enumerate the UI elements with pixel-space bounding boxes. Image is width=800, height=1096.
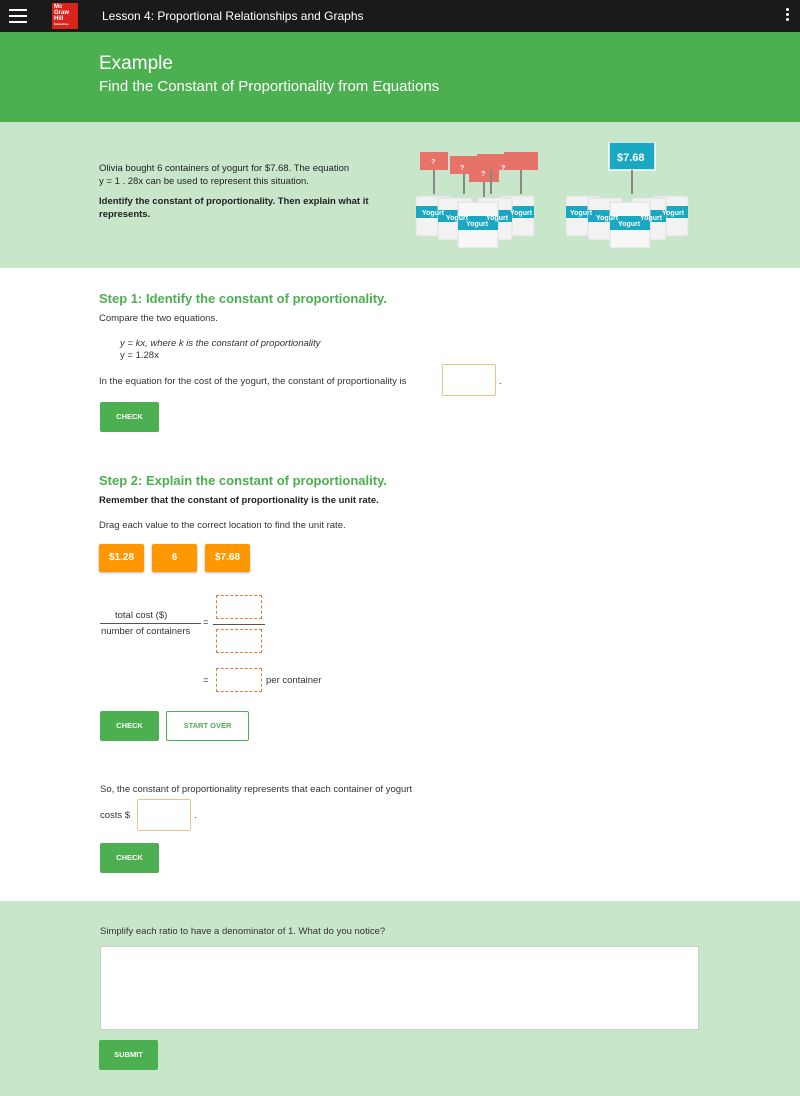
equals-sign: = <box>203 617 209 628</box>
costs-prefix: costs $ <box>100 810 131 821</box>
step1-period: . <box>499 376 502 387</box>
more-options-icon[interactable] <box>786 8 790 24</box>
svg-text:Yogurt: Yogurt <box>618 221 641 228</box>
step2-period: . <box>194 810 197 821</box>
general-equation: y = kx, where k is the constant of propo… <box>120 338 321 349</box>
drop-zone-unit-rate[interactable] <box>216 668 262 692</box>
step1-check-button[interactable]: CHECK <box>100 402 159 432</box>
svg-text:Yogurt: Yogurt <box>596 215 619 222</box>
cost-per-container-field[interactable] <box>137 799 191 831</box>
start-over-button[interactable]: START OVER <box>166 711 249 741</box>
yogurt-unknown-illustration: ? ? ? ? Yogurt Yogurt Yogurt Yogurt Yogu… <box>415 152 538 249</box>
svg-text:?: ? <box>501 165 505 172</box>
svg-text:Yogurt: Yogurt <box>466 221 489 228</box>
drop-zone-numerator[interactable] <box>216 595 262 619</box>
step1-prompt: In the equation for the cost of the yogu… <box>99 376 407 387</box>
top-bar: Mc Graw Hill Education Lesson 4: Proport… <box>0 0 800 32</box>
fraction-bar <box>100 623 201 624</box>
step2-title: Step 2: Explain the constant of proporti… <box>99 473 387 488</box>
constant-answer-field[interactable] <box>442 364 496 396</box>
lesson-header: Example Find the Constant of Proportiona… <box>0 32 800 122</box>
step1-title: Step 1: Identify the constant of proport… <box>99 291 387 306</box>
page-title: Example <box>99 53 173 74</box>
drag-tile-count[interactable]: 6 <box>152 544 197 572</box>
fraction-denominator-label: number of containers <box>101 626 191 637</box>
menu-icon[interactable] <box>9 9 27 23</box>
svg-text:Yogurt: Yogurt <box>422 210 445 217</box>
svg-text:$7.68: $7.68 <box>617 152 645 164</box>
reflection-textarea[interactable] <box>100 946 699 1030</box>
problem-task: Identify the constant of proportionality… <box>99 196 369 220</box>
step2-instruction: Drag each value to the correct location … <box>99 520 346 531</box>
yogurt-equation: y = 1.28x <box>120 350 159 361</box>
svg-text:Yogurt: Yogurt <box>662 210 685 217</box>
step2-note: Remember that the constant of proportion… <box>99 495 379 506</box>
submit-button[interactable]: SUBMIT <box>99 1040 158 1070</box>
svg-text:?: ? <box>431 159 435 166</box>
conclusion-text: So, the constant of proportionality repr… <box>100 784 413 795</box>
svg-text:Yogurt: Yogurt <box>570 210 593 217</box>
reflection-panel: Simplify each ratio to have a denominato… <box>0 901 800 1096</box>
svg-text:?: ? <box>460 165 464 172</box>
step1-intro: Compare the two equations. <box>99 313 218 324</box>
lesson-title: Lesson 4: Proportional Relationships and… <box>102 9 364 23</box>
publisher-logo: Mc Graw Hill Education <box>52 3 78 29</box>
svg-text:Yogurt: Yogurt <box>640 215 663 222</box>
step2-check-button[interactable]: CHECK <box>100 711 159 741</box>
drop-fraction-bar <box>213 624 265 625</box>
svg-text:?: ? <box>481 171 485 178</box>
svg-text:Yogurt: Yogurt <box>486 215 509 222</box>
reflection-prompt: Simplify each ratio to have a denominato… <box>100 926 386 937</box>
yogurt-price-illustration: $7.68 Yogurt Yogurt Yogurt Yogurt Yogurt <box>565 142 689 249</box>
svg-text:Yogurt: Yogurt <box>510 210 533 217</box>
step2-final-check-button[interactable]: CHECK <box>100 843 159 873</box>
equals-sign-2: = <box>203 675 209 686</box>
page-subtitle: Find the Constant of Proportionality fro… <box>99 78 440 95</box>
problem-statement: Olivia bought 6 containers of yogurt for… <box>99 162 389 221</box>
fraction-numerator-label: total cost ($) <box>115 610 168 621</box>
drag-tile-unit-price[interactable]: $1.28 <box>99 544 144 572</box>
problem-panel: Olivia bought 6 containers of yogurt for… <box>0 122 800 268</box>
drop-zone-denominator[interactable] <box>216 629 262 653</box>
drag-tile-total[interactable]: $7.68 <box>205 544 250 572</box>
per-container-label: per container <box>266 675 322 686</box>
